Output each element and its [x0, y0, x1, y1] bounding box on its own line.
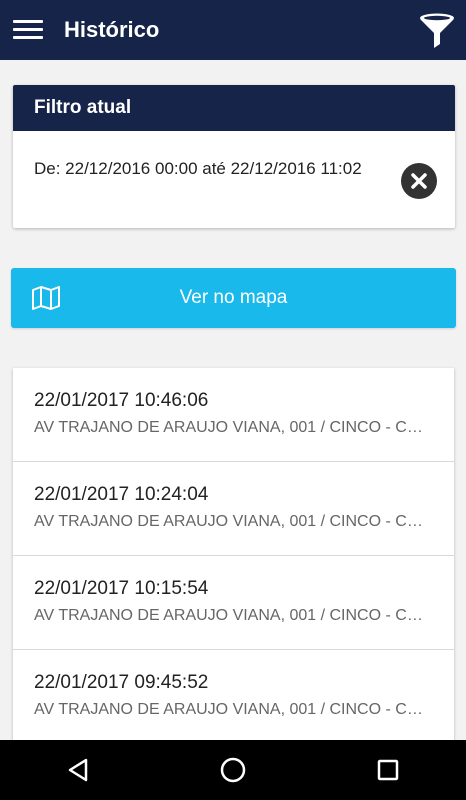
history-list: 22/01/2017 10:46:06 AV TRAJANO DE ARAUJO…	[13, 368, 454, 740]
view-on-map-button[interactable]: Ver no mapa	[11, 268, 456, 328]
history-item[interactable]: 22/01/2017 10:15:54 AV TRAJANO DE ARAUJO…	[13, 556, 454, 650]
page-title: Histórico	[64, 17, 160, 42]
view-on-map-label: Ver no mapa	[179, 287, 288, 308]
close-circle-icon	[411, 173, 427, 189]
history-datetime: 22/01/2017 10:24:04	[34, 484, 209, 505]
main-content: Filtro atual De: 22/12/2016 00:00 até 22…	[0, 60, 466, 740]
home-circle-icon	[220, 757, 246, 783]
filter-range-text: De: 22/12/2016 00:00 até 22/12/2016 11:0…	[34, 159, 362, 178]
back-triangle-icon	[68, 758, 87, 782]
recents-square-icon	[378, 759, 399, 781]
history-address: AV TRAJANO DE ARAUJO VIANA, 001 / CINCO …	[34, 513, 433, 530]
clear-filter-button[interactable]	[401, 163, 437, 199]
funnel-filter-icon[interactable]	[418, 11, 456, 49]
history-item[interactable]: 22/01/2017 10:46:06 AV TRAJANO DE ARAUJO…	[13, 368, 454, 462]
history-item[interactable]: 22/01/2017 10:24:04 AV TRAJANO DE ARAUJO…	[13, 462, 454, 556]
history-address: AV TRAJANO DE ARAUJO VIANA, 001 / CINCO …	[34, 419, 433, 436]
hamburger-menu-icon[interactable]	[13, 20, 43, 40]
history-datetime: 22/01/2017 09:45:52	[34, 672, 209, 693]
home-button[interactable]	[203, 740, 263, 800]
map-icon	[32, 286, 60, 310]
recents-button[interactable]	[358, 740, 418, 800]
history-datetime: 22/01/2017 10:15:54	[34, 578, 209, 599]
history-datetime: 22/01/2017 10:46:06	[34, 390, 209, 411]
history-item[interactable]: 22/01/2017 09:45:52 AV TRAJANO DE ARAUJO…	[13, 650, 454, 740]
current-filter-card: Filtro atual De: 22/12/2016 00:00 até 22…	[13, 85, 455, 228]
app-bar: Histórico	[0, 0, 466, 60]
history-address: AV TRAJANO DE ARAUJO VIANA, 001 / CINCO …	[34, 607, 433, 624]
back-button[interactable]	[48, 740, 108, 800]
filter-card-title: Filtro atual	[13, 85, 455, 131]
system-nav-bar	[0, 740, 466, 800]
history-address: AV TRAJANO DE ARAUJO VIANA, 001 / CINCO …	[34, 701, 433, 718]
